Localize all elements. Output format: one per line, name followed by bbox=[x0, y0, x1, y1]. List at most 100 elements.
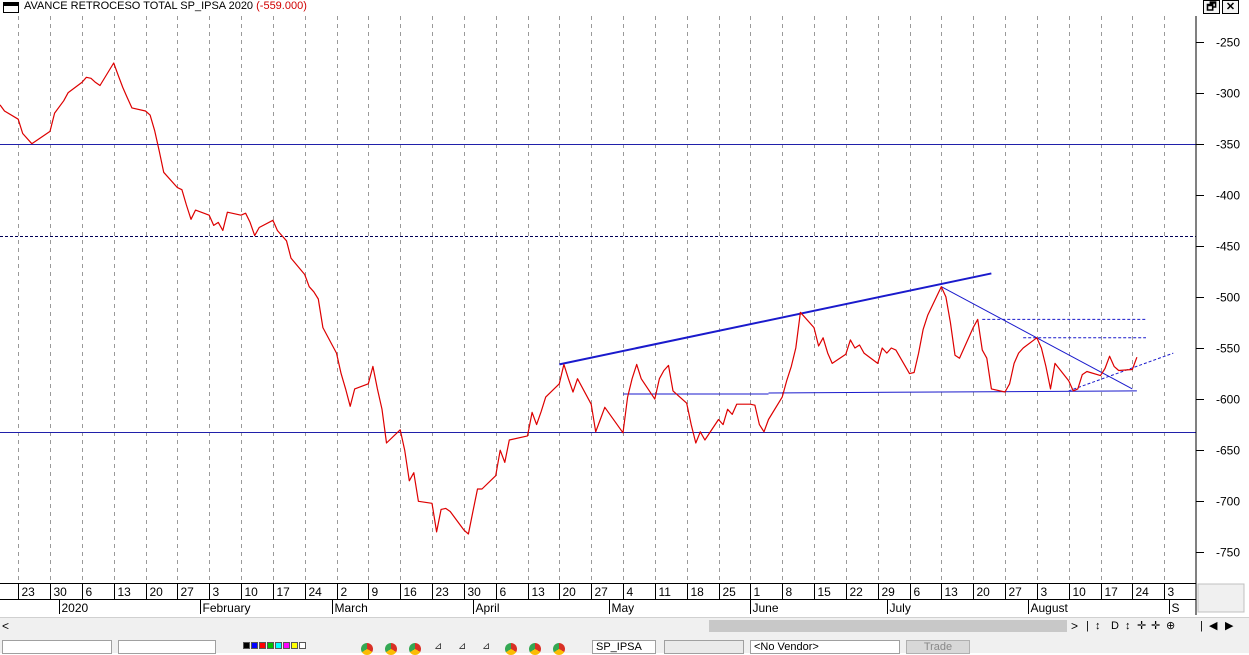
color-swatch[interactable] bbox=[251, 642, 258, 649]
scroll-left-arrow[interactable]: < bbox=[2, 618, 9, 634]
month-label: June bbox=[753, 601, 779, 615]
scroll-forward-button[interactable]: ▶ bbox=[1225, 618, 1233, 634]
x-tick-label: 10 bbox=[245, 585, 259, 599]
restore-button[interactable]: 🗗 bbox=[1203, 0, 1220, 14]
horizontal-scrollbar[interactable]: < > | ↕ D ↕ ✛ ✛ ⊕ | ◀ ▶ bbox=[0, 617, 1249, 635]
chrome-icon-1[interactable] bbox=[361, 643, 373, 655]
x-tick-label: 17 bbox=[1105, 585, 1119, 599]
x-tick-label: 1 bbox=[754, 585, 761, 599]
y-tick-label: -600 bbox=[1216, 393, 1240, 407]
x-tick-label: 6 bbox=[500, 585, 507, 599]
pan-button[interactable]: ✛ bbox=[1137, 618, 1146, 634]
x-tick-label: 23 bbox=[436, 585, 450, 599]
trade-button[interactable]: Trade bbox=[906, 640, 970, 654]
x-tick-label: 13 bbox=[532, 585, 546, 599]
period-d-button[interactable]: D bbox=[1111, 618, 1119, 634]
chrome-icon-6[interactable] bbox=[553, 643, 565, 655]
axis-corner bbox=[1197, 583, 1245, 613]
nav-separator-1: | bbox=[1086, 620, 1089, 632]
x-tick-label: 29 bbox=[882, 585, 896, 599]
chart-title: AVANCE RETROCESO TOTAL SP_IPSA 2020 (-55… bbox=[24, 0, 307, 12]
month-label: February bbox=[203, 601, 251, 615]
y-tick-label: -650 bbox=[1216, 444, 1240, 458]
color-swatch[interactable] bbox=[283, 642, 290, 649]
chart[interactable]: -250 -300 -350 -400 -450 -500 -550 -600 -650 -700… bbox=[0, 16, 1249, 616]
scroll-back-button[interactable]: ◀ bbox=[1209, 618, 1217, 634]
month-label: March bbox=[335, 601, 368, 615]
symbol-field[interactable]: SP_IPSA bbox=[592, 640, 656, 654]
y-tick-label: -350 bbox=[1216, 138, 1240, 152]
month-label: April bbox=[476, 601, 500, 615]
x-tick-label: 30 bbox=[54, 585, 68, 599]
zoom-vertical-button[interactable]: ↕ bbox=[1095, 618, 1101, 634]
month-label: 2020 bbox=[62, 601, 89, 615]
x-tick-label: 11 bbox=[659, 585, 672, 599]
nav-separator-2: | bbox=[1200, 620, 1203, 632]
x-tick-label: 27 bbox=[595, 585, 609, 599]
x-tick-label: 27 bbox=[1009, 585, 1023, 599]
color-swatch[interactable] bbox=[259, 642, 266, 649]
x-tick-label: 9 bbox=[372, 585, 379, 599]
x-tick-label: 3 bbox=[1041, 585, 1048, 599]
color-swatch[interactable] bbox=[267, 642, 274, 649]
x-tick-label: 22 bbox=[850, 585, 864, 599]
window-icon[interactable] bbox=[3, 2, 19, 13]
x-tick-label: 23 bbox=[22, 585, 36, 599]
scroll-thumb[interactable] bbox=[709, 620, 1067, 632]
x-tick-label: 4 bbox=[627, 585, 634, 599]
x-tick-label: 2 bbox=[341, 585, 348, 599]
chrome-icon-3[interactable] bbox=[409, 643, 421, 655]
y-tick-label: -700 bbox=[1216, 495, 1240, 509]
month-label: S bbox=[1172, 601, 1180, 615]
month-label: May bbox=[612, 601, 635, 615]
month-label: August bbox=[1031, 601, 1069, 615]
zoom-in-button[interactable]: ⊕ bbox=[1166, 618, 1175, 634]
interval-select[interactable] bbox=[664, 640, 744, 654]
bottom-toolbar: ⊿ ⊿ ⊿ SP_IPSA <No Vendor> Trade bbox=[0, 635, 1249, 655]
x-tick-label: 20 bbox=[563, 585, 577, 599]
x-tick-label: 20 bbox=[977, 585, 991, 599]
x-tick-label: 6 bbox=[86, 585, 93, 599]
color-swatch[interactable] bbox=[291, 642, 298, 649]
plot-area bbox=[1, 17, 1196, 583]
y-tick-label: -300 bbox=[1216, 87, 1240, 101]
color-swatch[interactable] bbox=[243, 642, 250, 649]
title-bar: AVANCE RETROCESO TOTAL SP_IPSA 2020 (-55… bbox=[0, 0, 1249, 16]
x-tick-label: 27 bbox=[181, 585, 195, 599]
y-tick-label: -500 bbox=[1216, 291, 1240, 305]
x-tick-label: 16 bbox=[404, 585, 418, 599]
x-tick-label: 18 bbox=[691, 585, 705, 599]
y-tick-label: -250 bbox=[1216, 36, 1240, 50]
y-tick-label: -400 bbox=[1216, 189, 1240, 203]
color-swatch[interactable] bbox=[299, 642, 306, 649]
tool-icon-1[interactable]: ⊿ bbox=[434, 641, 442, 653]
tool-icon-2[interactable]: ⊿ bbox=[458, 641, 466, 653]
x-tick-label: 13 bbox=[945, 585, 959, 599]
vendor-select[interactable]: <No Vendor> bbox=[750, 640, 900, 654]
line-style-select[interactable] bbox=[2, 640, 112, 654]
x-tick-label: 24 bbox=[309, 585, 323, 599]
line-width-select[interactable] bbox=[118, 640, 216, 654]
x-tick-label: 3 bbox=[1168, 585, 1175, 599]
tool-icon-3[interactable]: ⊿ bbox=[482, 641, 490, 653]
x-tick-label: 25 bbox=[723, 585, 737, 599]
y-tick-label: -450 bbox=[1216, 240, 1240, 254]
chrome-icon-5[interactable] bbox=[529, 643, 541, 655]
x-tick-label: 15 bbox=[818, 585, 832, 599]
y-axis: -250 -300 -350 -400 -450 -500 -550 -600 -650 -700… bbox=[1196, 36, 1240, 560]
chrome-icon-2[interactable] bbox=[385, 643, 397, 655]
move-button[interactable]: ✛ bbox=[1151, 618, 1160, 634]
chart-title-text: AVANCE RETROCESO TOTAL SP_IPSA 2020 bbox=[24, 0, 254, 12]
x-tick-label: 30 bbox=[468, 585, 482, 599]
y-tick-label: -750 bbox=[1216, 546, 1240, 560]
chrome-icon-4[interactable] bbox=[505, 643, 517, 655]
color-swatch[interactable] bbox=[275, 642, 282, 649]
x-tick-label: 6 bbox=[914, 585, 921, 599]
x-tick-label: 20 bbox=[150, 585, 164, 599]
scroll-right-arrow[interactable]: > bbox=[1071, 618, 1078, 634]
x-tick-label: 3 bbox=[213, 585, 220, 599]
x-tick-label: 24 bbox=[1136, 585, 1150, 599]
close-button[interactable]: ✕ bbox=[1222, 0, 1239, 14]
zoom-y-button[interactable]: ↕ bbox=[1125, 618, 1131, 634]
x-tick-label: 10 bbox=[1073, 585, 1087, 599]
